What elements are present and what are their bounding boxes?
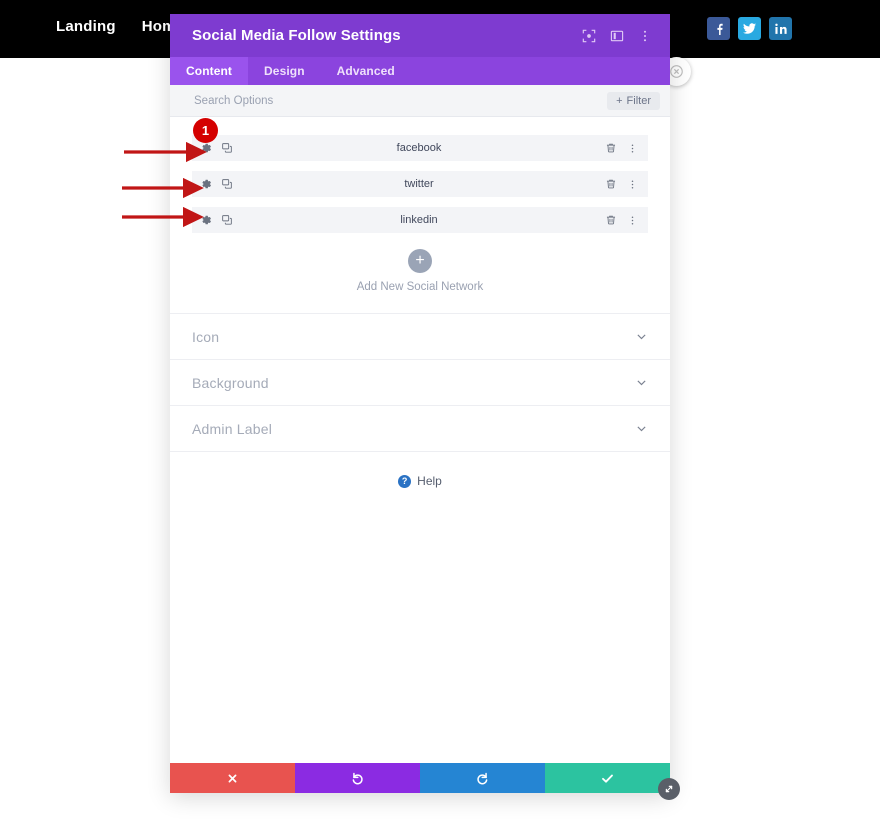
row-right-controls <box>605 214 638 226</box>
nav-link-landing[interactable]: Landing <box>56 18 116 35</box>
tab-advanced[interactable]: Advanced <box>321 57 411 85</box>
close-icon <box>670 65 683 78</box>
help-link[interactable]: ? Help <box>170 452 670 510</box>
row-left-controls <box>200 214 233 226</box>
accordion-label: Icon <box>192 328 220 345</box>
duplicate-icon[interactable] <box>221 178 233 190</box>
chevron-down-icon[interactable] <box>635 422 648 435</box>
chevron-down-icon[interactable] <box>635 330 648 343</box>
twitter-icon[interactable] <box>738 17 761 40</box>
accordion-item-admin-label[interactable]: Admin Label <box>170 406 670 452</box>
cancel-button[interactable] <box>170 763 295 793</box>
undo-icon <box>352 772 363 784</box>
table-row[interactable]: linkedin <box>192 207 648 233</box>
kebab-menu-icon[interactable] <box>632 23 658 49</box>
redo-button[interactable] <box>420 763 545 793</box>
facebook-icon[interactable] <box>707 17 730 40</box>
kebab-menu-icon[interactable] <box>627 179 638 190</box>
row-right-controls <box>605 178 638 190</box>
modal-footer <box>170 763 670 793</box>
gear-icon[interactable] <box>200 142 212 154</box>
social-network-label: twitter <box>404 178 434 190</box>
trash-icon[interactable] <box>605 142 617 154</box>
help-icon: ? <box>398 474 412 488</box>
modal-title-bar: Social Media Follow Settings <box>170 14 670 57</box>
accordion-item-background[interactable]: Background <box>170 360 670 406</box>
plus-icon: + <box>616 94 623 107</box>
duplicate-icon[interactable] <box>221 214 233 226</box>
table-row[interactable]: twitter <box>192 171 648 197</box>
social-network-label: linkedin <box>400 214 438 226</box>
tab-design[interactable]: Design <box>248 57 321 85</box>
social-networks-list: facebook twitter linkedin <box>170 117 670 233</box>
gear-icon[interactable] <box>200 178 212 190</box>
accordion-label: Admin Label <box>192 420 273 437</box>
filter-button-label: Filter <box>626 94 651 107</box>
accordion-item-icon[interactable]: Icon <box>170 314 670 360</box>
focus-target-icon[interactable] <box>576 23 602 49</box>
row-right-controls <box>605 142 638 154</box>
site-navigation: Landing Home <box>56 18 184 35</box>
social-network-label: facebook <box>396 142 442 154</box>
help-label: Help <box>417 474 442 488</box>
close-icon <box>228 774 237 782</box>
panel-layout-icon[interactable] <box>604 23 630 49</box>
check-icon <box>602 774 613 783</box>
row-left-controls <box>200 142 233 154</box>
plus-icon[interactable]: + <box>408 249 432 273</box>
filter-button[interactable]: + Filter <box>607 91 660 110</box>
add-new-social-network[interactable]: + Add New Social Network <box>170 243 670 314</box>
chevron-down-icon[interactable] <box>635 376 648 389</box>
add-new-social-network-label: Add New Social Network <box>356 281 484 293</box>
search-input[interactable] <box>192 93 608 108</box>
modal-body: facebook twitter linkedin + Add New Soci… <box>170 117 670 763</box>
tab-content[interactable]: Content <box>170 57 249 85</box>
table-row[interactable]: facebook <box>192 135 648 161</box>
search-bar: + Filter <box>170 85 670 117</box>
row-left-controls <box>200 178 233 190</box>
undo-button[interactable] <box>295 763 420 793</box>
trash-icon[interactable] <box>605 178 617 190</box>
kebab-menu-icon[interactable] <box>627 143 638 154</box>
site-social-icons <box>707 17 792 40</box>
redo-icon <box>477 772 488 784</box>
trash-icon[interactable] <box>605 214 617 226</box>
modal-title: Social Media Follow Settings <box>192 27 401 44</box>
save-button[interactable] <box>545 763 670 793</box>
resize-handle-icon[interactable] <box>658 778 680 800</box>
duplicate-icon[interactable] <box>221 142 233 154</box>
kebab-menu-icon[interactable] <box>627 215 638 226</box>
linkedin-icon[interactable] <box>769 17 792 40</box>
accordion-label: Background <box>192 374 269 391</box>
modal-tab-bar: Content Design Advanced <box>170 57 670 85</box>
gear-icon[interactable] <box>200 214 212 226</box>
social-media-follow-settings-modal: Social Media Follow Settings Content Des… <box>170 14 670 793</box>
